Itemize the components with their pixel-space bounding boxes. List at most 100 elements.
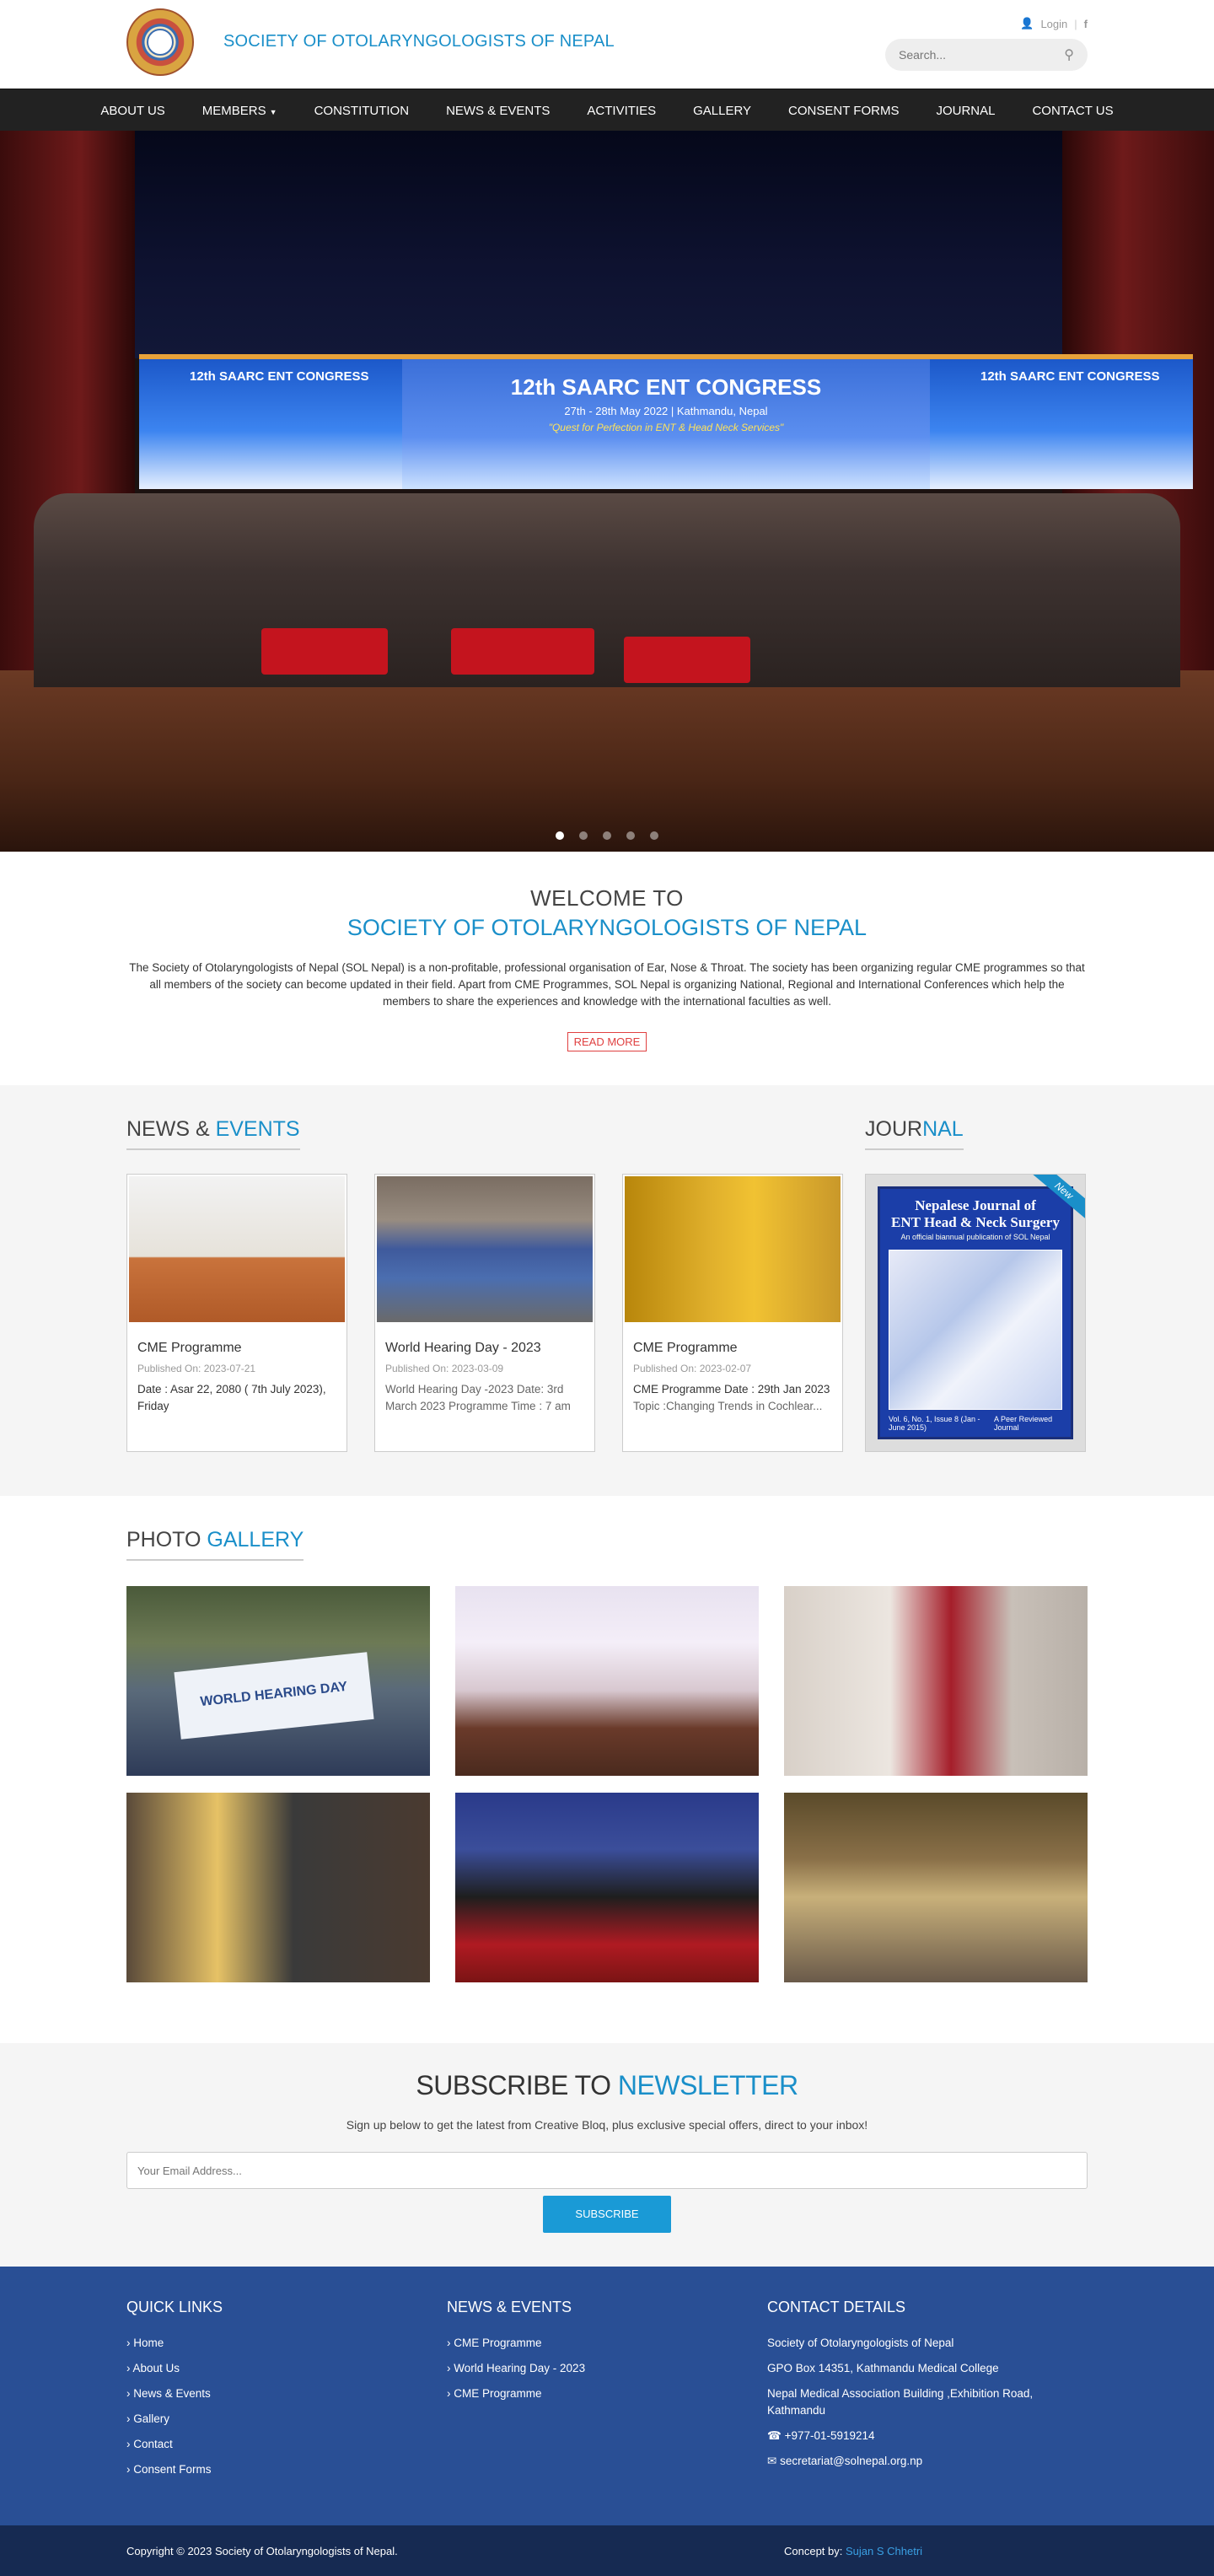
nav-journal[interactable]: JOURNAL	[917, 104, 1013, 118]
read-more-button[interactable]: READ MORE	[567, 1032, 647, 1051]
site-footer: QUICK LINKS › Home › About Us › News & E…	[0, 2267, 1214, 2525]
news-desc-extra: Topic :Changing Trends in Cochlear...	[633, 1400, 823, 1412]
phone-icon: ☎	[767, 2429, 782, 2442]
contact-org: Society of Otolaryngologists of Nepal	[767, 2337, 954, 2349]
nav-contact-us[interactable]: CONTACT US	[1013, 104, 1131, 118]
divider: |	[1074, 17, 1077, 30]
journal-cover-card[interactable]: Nepalese Journal of ENT Head & Neck Surg…	[865, 1174, 1086, 1452]
news-title-b: EVENTS	[215, 1117, 300, 1141]
footer-link-about[interactable]: › About Us	[126, 2360, 447, 2377]
banner-title: 12th SAARC ENT CONGRESS	[510, 374, 822, 400]
subscribe-title: SUBSCRIBE TO NEWSLETTER	[0, 2070, 1214, 2101]
main-nav: ABOUT US MEMBERS ▼ CONSTITUTION NEWS & EV…	[0, 89, 1214, 131]
footer-link-label: Contact	[133, 2438, 173, 2450]
facebook-icon[interactable]: f	[1084, 18, 1088, 30]
journal-cover-contents	[889, 1250, 1062, 1410]
red-table	[261, 628, 388, 675]
news-card[interactable]: CME Programme Published On: 2023-07-21 D…	[126, 1174, 347, 1452]
footer-link-label: About Us	[132, 2362, 180, 2374]
nav-consent-forms[interactable]: CONSENT FORMS	[770, 104, 917, 118]
slider-dot[interactable]	[626, 831, 635, 840]
quick-links: QUICK LINKS › Home › About Us › News & E…	[126, 2299, 447, 2487]
gallery-title: PHOTO GALLERY	[126, 1528, 304, 1561]
news-title-text[interactable]: World Hearing Day - 2023	[385, 1341, 584, 1356]
news-desc: Date : Asar 22, 2080 ( 7th July 2023), F…	[137, 1383, 326, 1412]
search-input[interactable]	[899, 48, 1065, 62]
subscribe-title-a: SUBSCRIBE TO	[416, 2070, 611, 2100]
search-box: ⚲	[885, 39, 1088, 71]
site-header: SOCIETY OF OTOLARYNGOLOGISTS OF NEPAL 👤 …	[0, 0, 1214, 89]
gallery-photo[interactable]: WORLD HEARING DAY	[126, 1586, 430, 1776]
nav-constitution[interactable]: CONSTITUTION	[296, 104, 428, 118]
contact-email-text: secretariat@solnepal.org.np	[780, 2455, 923, 2467]
gallery-photo[interactable]	[455, 1586, 759, 1776]
news-title-text[interactable]: CME Programme	[633, 1341, 832, 1356]
site-name[interactable]: SOCIETY OF OTOLARYNGOLOGISTS OF NEPAL	[223, 32, 615, 51]
footer-link-home[interactable]: › Home	[126, 2335, 447, 2352]
subscribe-button[interactable]: SUBSCRIBE	[543, 2196, 671, 2233]
gallery-photo[interactable]	[784, 1586, 1088, 1776]
footer-news-link[interactable]: › World Hearing Day - 2023	[447, 2360, 767, 2377]
footer-link-contact[interactable]: › Contact	[126, 2436, 447, 2453]
nav-news-events[interactable]: NEWS & EVENTS	[427, 104, 568, 118]
welcome-heading: WELCOME TO	[530, 885, 684, 911]
footer-link-label: Home	[133, 2337, 164, 2349]
footer-news-link[interactable]: › CME Programme	[447, 2385, 767, 2402]
slider-dot[interactable]	[579, 831, 588, 840]
news-desc-text: World Hearing Day -2023 Date: 3rd March …	[385, 1383, 571, 1412]
footer-news-label: CME Programme	[454, 2337, 542, 2349]
subscribe-section: SUBSCRIBE TO NEWSLETTER Sign up below to…	[0, 2043, 1214, 2267]
slider-dot[interactable]	[556, 831, 564, 840]
gallery-photo[interactable]	[784, 1793, 1088, 1982]
email-field[interactable]	[126, 2152, 1088, 2189]
caret-down-icon: ▼	[269, 107, 277, 116]
welcome-body: The Society of Otolaryngologists of Nepa…	[129, 961, 1085, 1008]
nav-members[interactable]: MEMBERS ▼	[184, 104, 296, 118]
journal-cover-footer: Vol. 6, No. 1, Issue 8 (Jan - June 2015)…	[889, 1415, 1062, 1432]
hero-slider[interactable]: 12th SAARC ENT CONGRESS 12th SAARC ENT C…	[0, 131, 1214, 852]
quick-links-title: QUICK LINKS	[126, 2299, 223, 2315]
contact-phone: ☎ +977-01-5919214	[767, 2428, 1088, 2444]
gallery-section: PHOTO GALLERY WORLD HEARING DAY	[0, 1496, 1214, 2043]
news-photo	[129, 1176, 345, 1322]
concept-link[interactable]: Sujan S Chhetri	[846, 2545, 922, 2557]
news-card[interactable]: World Hearing Day - 2023 Published On: 2…	[374, 1174, 595, 1452]
journal-title-a: JOUR	[865, 1117, 923, 1141]
news-desc-text: CME Programme Date : 29th Jan 2023	[633, 1383, 830, 1396]
nav-gallery[interactable]: GALLERY	[674, 104, 770, 118]
concept-label: Concept by:	[784, 2544, 843, 2557]
nav-about-us[interactable]: ABOUT US	[82, 104, 183, 118]
slider-dots	[0, 831, 1214, 840]
congress-banner: 12th SAARC ENT CONGRESS 12th SAARC ENT C…	[139, 354, 1193, 489]
contact-title: CONTACT DETAILS	[767, 2299, 906, 2315]
news-published: Published On: 2023-03-09	[385, 1363, 504, 1374]
search-icon[interactable]: ⚲	[1064, 46, 1074, 63]
journal-cover-title-a: Nepalese Journal of	[915, 1197, 1036, 1213]
envelope-icon: ✉	[767, 2455, 777, 2467]
footer-link-gallery[interactable]: › Gallery	[126, 2411, 447, 2428]
contact-email[interactable]: ✉ secretariat@solnepal.org.np	[767, 2453, 1088, 2470]
footer-link-news[interactable]: › News & Events	[126, 2385, 447, 2402]
group-photo-people	[34, 493, 1180, 687]
footer-link-consent[interactable]: › Consent Forms	[126, 2461, 447, 2478]
nav-members-label: MEMBERS	[201, 103, 266, 118]
nav-activities[interactable]: ACTIVITIES	[568, 104, 674, 118]
footer-link-label: News & Events	[133, 2387, 211, 2400]
news-title-a: NEWS &	[126, 1117, 210, 1141]
footer-news-link[interactable]: › CME Programme	[447, 2335, 767, 2352]
gallery-photo[interactable]	[455, 1793, 759, 1982]
login-link[interactable]: Login	[1040, 18, 1067, 30]
society-logo[interactable]	[126, 8, 194, 76]
stage-floor	[0, 670, 1214, 852]
news-title-text[interactable]: CME Programme	[137, 1341, 336, 1356]
gallery-title-b: GALLERY	[207, 1528, 304, 1552]
slider-dot[interactable]	[603, 831, 611, 840]
journal-cover: Nepalese Journal of ENT Head & Neck Surg…	[878, 1186, 1073, 1439]
news-section: NEWS & EVENTS CME Programme Published On…	[0, 1085, 1214, 1496]
news-card[interactable]: CME Programme Published On: 2023-02-07 C…	[622, 1174, 843, 1452]
gallery-photo[interactable]	[126, 1793, 430, 1982]
journal-column: JOURNAL Nepalese Journal of ENT Head & N…	[865, 1117, 1086, 1452]
welcome-subheading: SOCIETY OF OTOLARYNGOLOGISTS OF NEPAL	[346, 915, 868, 940]
slider-dot[interactable]	[650, 831, 658, 840]
footer-contact: CONTACT DETAILS Society of Otolaryngolog…	[767, 2299, 1088, 2487]
